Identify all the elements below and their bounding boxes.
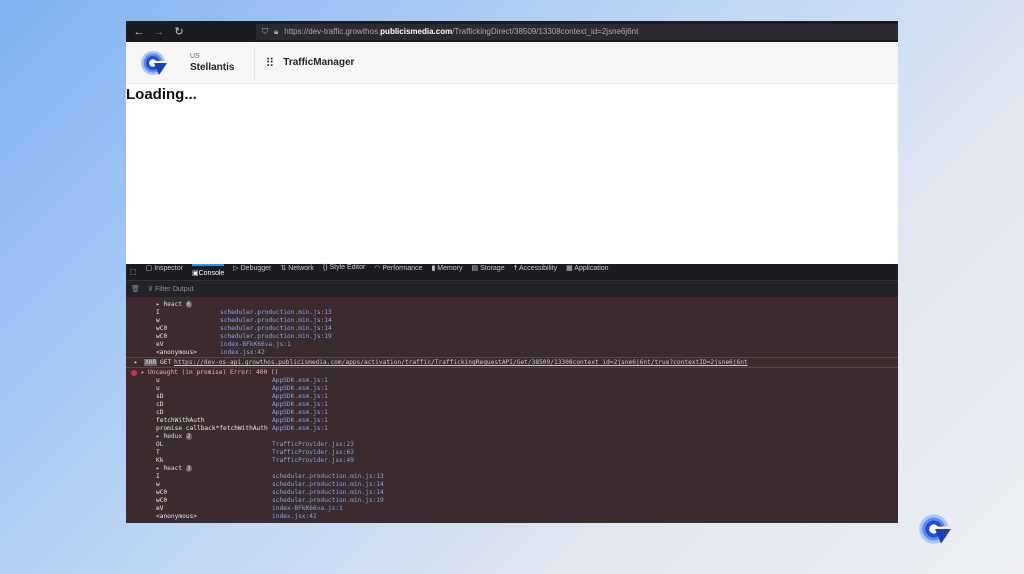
tab-network[interactable]: ⇅ Network [280, 264, 314, 281]
tab-memory[interactable]: ▮ Memory [431, 264, 462, 281]
source-link[interactable]: TrafficProvider.jsx:63 [272, 449, 354, 457]
growthos-corner-logo [918, 512, 952, 546]
tab-accessibility[interactable]: ☨ Accessibility [514, 264, 558, 281]
stack-frame: sD AppSDK.esm.js:1 [156, 393, 328, 401]
stack-frame: T TrafficProvider.jsx:63 [156, 449, 354, 457]
trash-icon[interactable]: 🗑︎ [131, 285, 140, 293]
tab-performance[interactable]: ◠ Performance [374, 264, 422, 281]
forward-icon[interactable]: → [152, 26, 166, 38]
source-link[interactable]: AppSDK.esm.js:1 [272, 393, 328, 401]
source-link[interactable]: scheduler.production.min.js:13 [272, 473, 384, 481]
source-link[interactable]: AppSDK.esm.js:1 [272, 377, 328, 385]
stack-frame: fetchWithAuth AppSDK.esm.js:1 [156, 417, 328, 425]
inspector-icon: ▢ [145, 264, 155, 272]
tab-console[interactable]: ▣ Console [191, 263, 225, 281]
url-text: https://dev-traffic.growthos.publicismed… [284, 27, 639, 36]
source-link[interactable]: AppSDK.esm.js:1 [272, 425, 328, 433]
source-link[interactable]: AppSDK.esm.js:1 [272, 409, 328, 417]
apps-grid-icon[interactable]: ⠿ [265, 56, 274, 70]
stack-frame: Ischeduler.production.min.js:13 [156, 473, 384, 481]
stack-frame: OL TrafficProvider.jsx:23 [156, 441, 354, 449]
console-toolbar: 🗑︎ ⊽ Filter Output [126, 281, 898, 297]
debugger-icon: ▷ [233, 264, 241, 272]
source-link[interactable]: index.jsx:42 [220, 349, 265, 357]
source-link[interactable]: scheduler.production.min.js:13 [220, 309, 332, 317]
source-link[interactable]: scheduler.production.min.js:14 [272, 481, 384, 489]
source-link[interactable]: scheduler.production.min.js:19 [220, 333, 332, 341]
devtools-panel: ⬚ ▢ Inspector ▣ Console ▷ Debugger ⇅ Networ… [126, 263, 898, 523]
stack-frame: cD AppSDK.esm.js:1 [156, 401, 328, 409]
url-bar[interactable]: ⛉ 🔒︎ https://dev-traffic.growthos.public… [256, 23, 898, 40]
console-output: ▸ React 6 Ischeduler.production.min.js:13… [126, 297, 898, 521]
stack-frame: wC0 scheduler.production.min.js:19 [156, 333, 332, 341]
stack-frame: <anonymous> index.jsx:42 [156, 349, 265, 357]
app-name: TrafficManager [283, 57, 355, 68]
source-link[interactable]: AppSDK.esm.js:1 [272, 385, 328, 393]
stack-group[interactable]: ▸ React 6 [126, 301, 898, 309]
app-header: US Stellantis ⠿ TrafficManager [126, 42, 898, 84]
console-icon: ▣ [191, 270, 199, 277]
tab-application[interactable]: ▦ Application [566, 264, 608, 281]
back-icon[interactable]: ← [132, 26, 146, 38]
browser-toolbar: ← → ↻ ⛉ 🔒︎ https://dev-traffic.growthos.… [126, 21, 898, 42]
source-link[interactable]: AppSDK.esm.js:1 [272, 401, 328, 409]
lock-icon[interactable]: 🔒︎ [274, 27, 278, 37]
browser-window: ← → ↻ ⛉ 🔒︎ https://dev-traffic.growthos.… [126, 21, 898, 523]
reload-icon[interactable]: ↻ [172, 25, 186, 38]
growthos-logo[interactable] [140, 49, 168, 77]
source-link[interactable]: index.jsx:42 [272, 513, 317, 521]
source-link[interactable]: scheduler.production.min.js:19 [272, 497, 384, 505]
country-label: US [190, 52, 200, 60]
source-link[interactable]: TrafficProvider.jsx:23 [272, 441, 354, 449]
stack-frame: w scheduler.production.min.js:14 [156, 317, 332, 325]
stack-group[interactable]: ▸ React 3 [126, 465, 898, 473]
source-link[interactable]: TrafficProvider.jsx:49 [272, 457, 354, 465]
source-link[interactable]: scheduler.production.min.js:14 [272, 489, 384, 497]
tab-storage[interactable]: ▤ Storage [472, 264, 505, 281]
stack-frame: promise callback*fetchWithAuth AppSDK.esm… [156, 425, 328, 433]
tab-debugger[interactable]: ▷ Debugger [233, 264, 271, 281]
stack-frame: wC0 scheduler.production.min.js:14 [156, 325, 332, 333]
source-link[interactable]: scheduler.production.min.js:14 [220, 317, 332, 325]
source-link[interactable]: index-BFkK66va.js:1 [220, 341, 291, 349]
stack-frame: wC0 scheduler.production.min.js:19 [156, 497, 384, 505]
group-count: 2 [185, 433, 192, 440]
source-link[interactable]: index-BFkK66va.js:1 [272, 505, 343, 513]
filter-input[interactable]: ⊽ Filter Output [148, 285, 194, 293]
stack-frame: w scheduler.production.min.js:14 [156, 481, 384, 489]
error-icon [131, 370, 137, 376]
source-link[interactable]: AppSDK.esm.js:1 [272, 417, 328, 425]
error-message[interactable]: ▸ Uncaught (in promise) Error: 400 () [126, 367, 898, 377]
storage-icon: ▤ [471, 264, 481, 272]
group-count: 6 [185, 301, 192, 308]
shield-icon[interactable]: ⛉ [262, 27, 268, 37]
stack-frame: cD AppSDK.esm.js:1 [156, 409, 328, 417]
source-link[interactable]: scheduler.production.min.js:14 [220, 325, 332, 333]
stack-frame: Kk TrafficProvider.jsx:49 [156, 457, 354, 465]
xhr-log[interactable]: ▸ XHR GET https://dev-os-api.growthos.pu… [126, 357, 898, 367]
stack-frame: eV index-BFkK66va.js:1 [156, 505, 343, 513]
stack-frame: u AppSDK.esm.js:1 [156, 385, 328, 393]
style-editor-icon: {} [322, 263, 330, 271]
stack-frame: <anonymous> index.jsx:42 [156, 513, 317, 521]
stack-frame: Ischeduler.production.min.js:13 [156, 309, 332, 317]
org-name: Stellantis [190, 61, 235, 73]
xhr-badge: XHR [144, 359, 158, 366]
group-count: 3 [185, 465, 192, 472]
element-picker-icon[interactable]: ⬚ [130, 268, 137, 276]
stack-frame: u AppSDK.esm.js:1 [156, 377, 328, 385]
devtools-tabs: ⬚ ▢ Inspector ▣ Console ▷ Debugger ⇅ Networ… [126, 263, 898, 281]
org-selector[interactable]: US Stellantis [190, 46, 256, 79]
tab-inspector[interactable]: ▢ Inspector [146, 264, 183, 281]
stack-group[interactable]: ▸ Redux 2 [126, 433, 898, 441]
stack-frame: eV index-BFkK66va.js:1 [156, 341, 291, 349]
loading-text: Loading... [126, 86, 197, 103]
stack-frame: wC0 scheduler.production.min.js:14 [156, 489, 384, 497]
tab-style-editor[interactable]: {} Style Editor [323, 264, 365, 281]
